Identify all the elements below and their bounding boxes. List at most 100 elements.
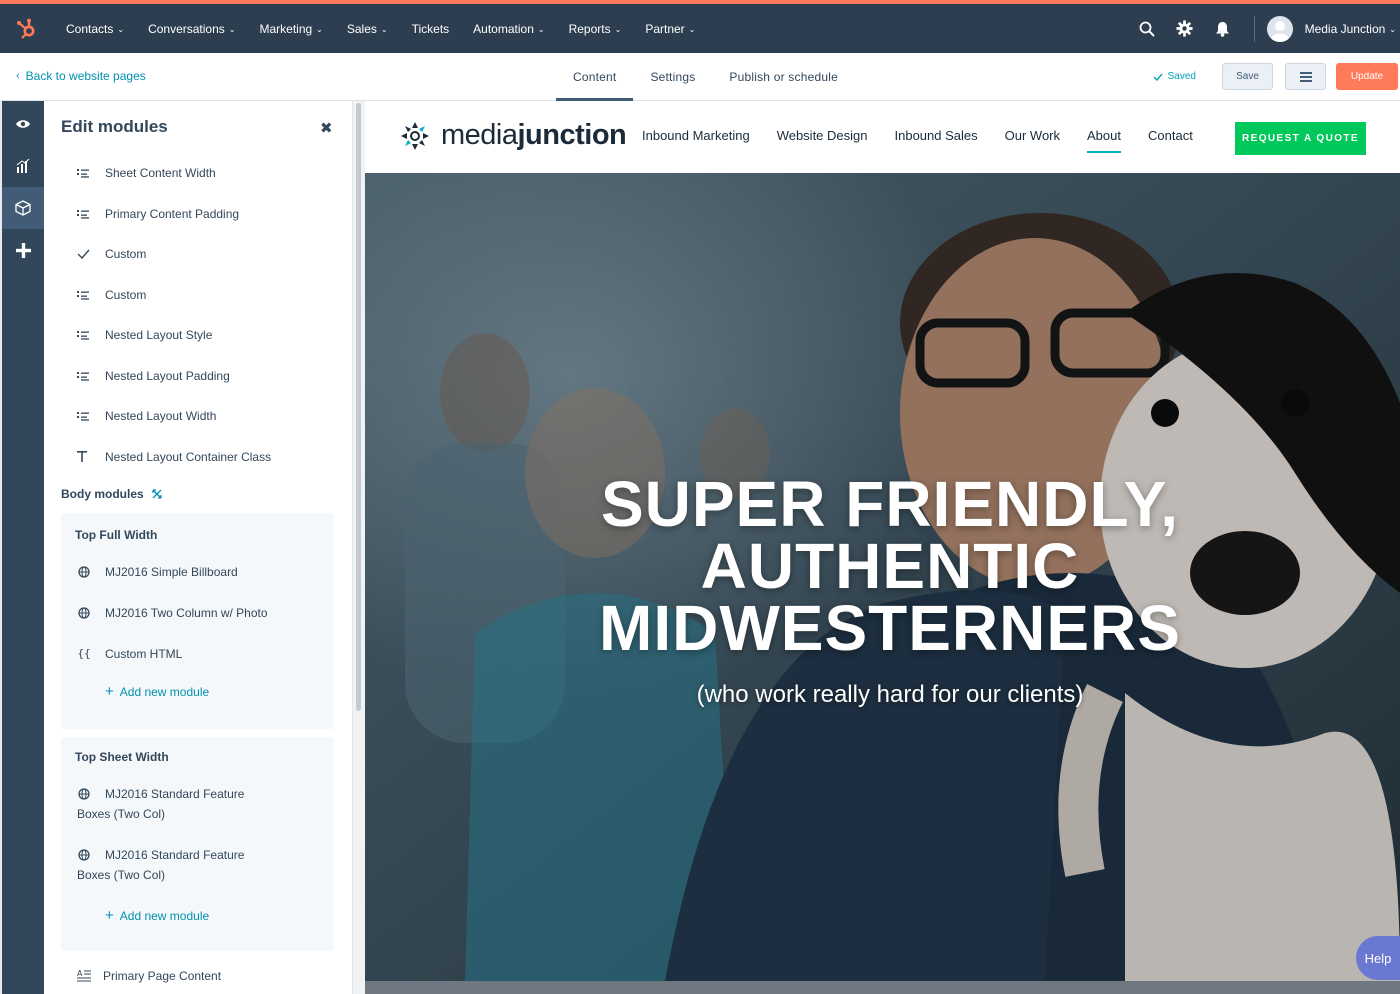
module-item[interactable]: MJ2016 Standard Feature Boxes (Two Col) (77, 845, 325, 885)
add-module-button[interactable] (2, 229, 44, 271)
back-link-label: Back to website pages (25, 69, 146, 83)
more-actions-menu-button[interactable] (1285, 63, 1326, 90)
cube-icon (15, 200, 31, 216)
scrollbar-thumb[interactable] (356, 103, 361, 711)
hero-billboard: SUPER FRIENDLY, AUTHENTIC MIDWESTERNERS … (365, 173, 1400, 981)
close-panel-icon[interactable]: ✖ (320, 119, 333, 137)
topnav-item-label: Partner (645, 21, 685, 36)
list-icon (77, 330, 105, 340)
topnav-item-conversations[interactable]: Conversations ⌄ (136, 4, 247, 53)
globe-icon (77, 848, 91, 862)
group-top-sheet-width: Top Sheet Width MJ2016 Standard Feature … (61, 737, 334, 951)
add-new-module-link[interactable]: + Add new module (105, 907, 210, 924)
tab-content[interactable]: Content (556, 53, 634, 101)
editor-header: ‹ Back to website pages Content Settings P… (0, 53, 1400, 101)
optimize-chart-button[interactable] (2, 145, 44, 187)
eye-icon (16, 120, 30, 128)
code-braces-icon: {{ (77, 647, 91, 660)
site-nav-contact[interactable]: Contact (1148, 128, 1193, 143)
module-item[interactable]: Nested Layout Width (44, 396, 352, 437)
topnav-item-tickets[interactable]: Tickets (400, 4, 462, 53)
chevron-down-icon: ⌄ (1389, 25, 1396, 34)
topnav-item-label: Automation (473, 21, 534, 36)
modules-cube-button[interactable] (2, 187, 44, 229)
site-nav-our-work[interactable]: Our Work (1005, 128, 1060, 143)
collapse-arrows-icon[interactable] (152, 489, 162, 499)
back-to-website-pages-link[interactable]: ‹ Back to website pages (16, 69, 146, 83)
body-modules-label: Body modules (61, 487, 144, 501)
account-menu[interactable]: Media Junction ⌄ (1305, 22, 1396, 36)
mediajunction-logo-icon (401, 121, 429, 150)
group-top-full-width: Top Full Width MJ2016 Simple Billboard M… (61, 513, 334, 729)
editor-left-rail (0, 101, 44, 994)
topnav-item-automation[interactable]: Automation ⌄ (461, 4, 556, 53)
request-a-quote-button[interactable]: REQUEST A QUOTE (1235, 122, 1366, 155)
notifications-bell-icon[interactable] (1204, 4, 1242, 53)
module-item[interactable]: Custom (44, 234, 352, 275)
chevron-down-icon: ⌄ (228, 25, 236, 34)
svg-text:A: A (77, 969, 83, 978)
site-logo[interactable]: mediajunction (399, 119, 627, 152)
site-nav-inbound-sales[interactable]: Inbound Sales (895, 128, 978, 143)
text-icon (77, 451, 105, 463)
save-button[interactable]: Save (1222, 63, 1273, 90)
add-new-module-label: Add new module (119, 909, 210, 923)
add-new-module-link[interactable]: + Add new module (105, 684, 210, 699)
preview-bottom-strip (365, 981, 1400, 994)
preview-eye-button[interactable] (2, 103, 44, 145)
module-item-label: Primary Content Padding (105, 206, 240, 221)
module-item[interactable]: Nested Layout Padding (44, 356, 352, 397)
panel-scrollbar[interactable] (352, 101, 365, 994)
topnav-item-label: Sales (346, 21, 377, 36)
list-icon (77, 209, 105, 219)
module-item-label: Custom (105, 287, 147, 302)
hero-text-block: SUPER FRIENDLY, AUTHENTIC MIDWESTERNERS … (540, 472, 1240, 709)
site-logo-text: mediajunction (441, 119, 627, 151)
topnav-item-partner[interactable]: Partner ⌄ (633, 4, 707, 53)
module-item[interactable]: Sheet Content Width (44, 153, 352, 194)
globe-icon (77, 787, 91, 801)
plus-icon (15, 242, 31, 258)
search-icon[interactable] (1128, 4, 1166, 53)
bar-chart-icon (16, 159, 30, 173)
topnav-item-label: Marketing (259, 21, 313, 36)
module-item[interactable]: Nested Layout Style (44, 315, 352, 356)
hero-subheadline: (who work really hard for our clients) (696, 681, 1084, 708)
chevron-left-icon: ‹ (16, 70, 20, 82)
update-button[interactable]: Update (1336, 63, 1398, 90)
topnav-item-reports[interactable]: Reports ⌄ (557, 4, 634, 53)
chevron-down-icon: ⌄ (537, 25, 545, 34)
chevron-down-icon: ⌄ (380, 25, 388, 34)
module-item[interactable]: MJ2016 Two Column w/ Photo (78, 603, 325, 623)
saved-label: Saved (1167, 71, 1196, 82)
list-icon (77, 168, 105, 178)
add-new-module-label: Add new module (119, 685, 210, 699)
module-item[interactable]: Custom (44, 275, 352, 316)
group-title: Top Sheet Width (75, 750, 169, 764)
site-nav-website-design[interactable]: Website Design (777, 128, 868, 143)
globe-icon (77, 565, 91, 579)
site-nav-inbound-marketing[interactable]: Inbound Marketing (642, 128, 750, 143)
module-item[interactable]: {{ Custom HTML (77, 644, 325, 664)
module-item-label: Custom (105, 247, 147, 262)
site-nav-about[interactable]: About (1087, 128, 1121, 153)
module-item-label: Nested Layout Style (105, 328, 213, 343)
user-avatar[interactable] (1266, 15, 1293, 42)
help-button[interactable]: Help (1356, 936, 1400, 980)
topnav-item-contacts[interactable]: Contacts ⌄ (54, 4, 136, 53)
settings-gear-icon[interactable] (1166, 4, 1204, 53)
module-item[interactable]: MJ2016 Simple Billboard (78, 562, 325, 582)
tab-publish-or-schedule[interactable]: Publish or schedule (712, 53, 855, 101)
tab-settings[interactable]: Settings (633, 53, 712, 101)
list-icon (77, 411, 105, 421)
hubspot-logo-icon[interactable] (0, 4, 54, 53)
module-item[interactable]: MJ2016 Standard Feature Boxes (Two Col) (77, 784, 325, 824)
plus-icon: + (105, 907, 114, 924)
module-item-label: Sheet Content Width (105, 166, 216, 181)
topnav-item-marketing[interactable]: Marketing ⌄ (247, 4, 334, 53)
module-item[interactable]: Nested Layout Container Class (44, 437, 352, 478)
primary-page-content-item[interactable]: A Primary Page Content (77, 969, 221, 983)
module-item-label: MJ2016 Standard Feature Boxes (Two Col) (77, 848, 245, 882)
topnav-item-sales[interactable]: Sales ⌄ (335, 4, 400, 53)
module-item[interactable]: Primary Content Padding (44, 194, 352, 235)
